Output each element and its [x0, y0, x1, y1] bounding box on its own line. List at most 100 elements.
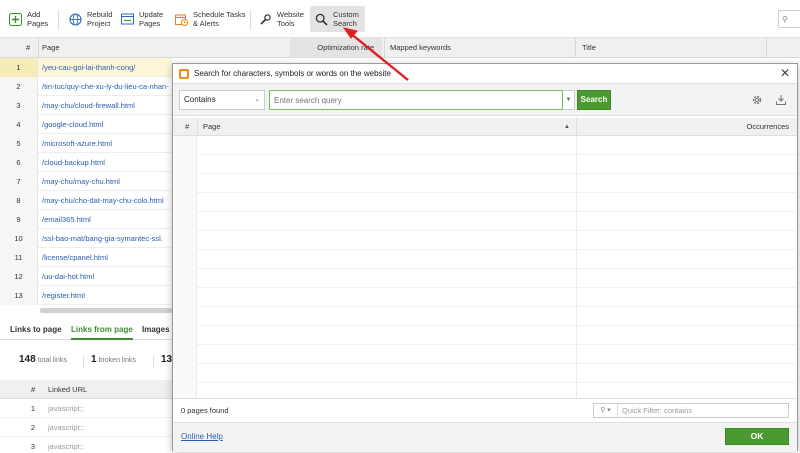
table-row[interactable]: 11 /license/cpanel.html — [0, 248, 172, 267]
tab-links-to-page[interactable]: Links to page — [10, 320, 62, 340]
table-row[interactable]: 12 /uu-dai-hot.html — [0, 267, 172, 286]
online-help-link[interactable]: Online Help — [181, 432, 223, 441]
table-row[interactable]: 9 /email365.html — [0, 210, 172, 229]
col-title[interactable]: Title — [582, 38, 596, 58]
page-url[interactable]: /yeu-cau-goi-lai-thanh-cong/ — [42, 58, 172, 77]
dialog-button-bar: Online Help OK — [173, 422, 797, 452]
update-pages-button[interactable]: Update Pages — [120, 6, 163, 32]
chevron-down-icon: ⌄ — [254, 96, 260, 103]
globe-icon — [68, 12, 82, 26]
empty-row — [173, 136, 797, 155]
linked-url[interactable]: javascript:; — [48, 418, 84, 437]
col-optimization-rate[interactable]: Optimization rate — [290, 38, 382, 58]
table-row[interactable]: 6 /cloud-backup.html — [0, 153, 172, 172]
page-url[interactable]: /register.html — [42, 286, 172, 305]
ok-button[interactable]: OK — [725, 428, 789, 445]
dialog-title: Search for characters, symbols or words … — [194, 69, 391, 78]
row-number: 4 — [0, 115, 38, 134]
col-divider — [576, 118, 577, 136]
custom-search-button[interactable]: Custom Search — [310, 6, 365, 32]
empty-row — [173, 231, 797, 250]
table-row[interactable]: 2 /tin-tuc/quy-che-xu-ly-du-lieu-ca-nhan… — [0, 77, 172, 96]
table-row[interactable]: 3 javascript:; — [0, 437, 172, 453]
schedule-tasks-button[interactable]: Schedule Tasks & Alerts — [174, 6, 245, 32]
page-url[interactable]: /microsoft-azure.html — [42, 134, 172, 153]
add-pages-button[interactable]: Add Pages — [8, 6, 48, 32]
page-url[interactable]: /may-chu/cloud-firewall.html — [42, 96, 172, 115]
row-number: 6 — [0, 153, 38, 172]
custom-search-dialog: Search for characters, symbols or words … — [172, 63, 798, 452]
search-query-input[interactable] — [269, 90, 563, 110]
stat-broken-links: 1 broken links — [91, 354, 136, 365]
table-row[interactable]: 13 /register.html — [0, 286, 172, 305]
empty-row — [173, 269, 797, 288]
col-number[interactable]: # — [26, 38, 30, 58]
page-url[interactable]: /uu-dai-hot.html — [42, 267, 172, 286]
search-bar: Contains ⌄ ▼ Search — [173, 84, 797, 116]
toolbar-search-box[interactable]: ⚲ — [778, 10, 800, 28]
table-row[interactable]: 4 /google-cloud.html — [0, 115, 172, 134]
col-linked-url[interactable]: Linked URL — [48, 380, 87, 399]
schedule-tasks-label: Schedule Tasks & Alerts — [193, 10, 246, 28]
col-number[interactable]: # — [185, 118, 189, 136]
custom-search-label: Custom Search — [333, 10, 359, 28]
results-grid — [173, 136, 797, 398]
col-page[interactable]: Page — [42, 38, 60, 58]
page-url[interactable]: /cloud-backup.html — [42, 153, 172, 172]
col-divider — [38, 38, 39, 58]
toolbar-divider — [250, 10, 251, 30]
page-url[interactable]: /tin-tuc/quy-che-xu-ly-du-lieu-ca-nhan- — [42, 77, 172, 96]
stat-other: 13 — [161, 354, 173, 365]
table-row[interactable]: 10 /ssl-bao-mat/bang-gia-symantec-ssl. — [0, 229, 172, 248]
page-url[interactable]: /may-chu/cho-dat-may-chu-colo.html — [42, 191, 172, 210]
page-url[interactable]: /email365.html — [42, 210, 172, 229]
linked-url[interactable]: javascript:; — [48, 437, 84, 453]
table-row[interactable]: 7 /may-chu/may-chu.html — [0, 172, 172, 191]
row-number: 8 — [0, 191, 38, 210]
pages-grid-header: # Page Optimization rate Mapped keywords… — [0, 38, 800, 58]
calendar-icon — [174, 12, 188, 26]
dialog-titlebar[interactable]: Search for characters, symbols or words … — [173, 64, 797, 84]
table-row[interactable]: 8 /may-chu/cho-dat-may-chu-colo.html — [0, 191, 172, 210]
page-url[interactable]: /ssl-bao-mat/bang-gia-symantec-ssl. — [42, 229, 172, 248]
search-icon — [314, 12, 328, 26]
export-icon[interactable] — [775, 94, 787, 106]
linked-url[interactable]: javascript:; — [48, 399, 84, 418]
search-button[interactable]: Search — [577, 90, 611, 110]
rebuild-project-button[interactable]: Rebuild Project — [68, 6, 112, 32]
empty-row — [173, 250, 797, 269]
tab-images[interactable]: Images — [142, 320, 170, 340]
update-pages-label: Update Pages — [139, 10, 164, 28]
col-number[interactable]: # — [31, 380, 35, 399]
close-icon[interactable]: ✕ — [779, 67, 791, 79]
page-url[interactable]: /license/cpanel.html — [42, 248, 172, 267]
search-mode-select[interactable]: Contains ⌄ — [179, 90, 265, 110]
table-row[interactable]: 1 javascript:; — [0, 399, 172, 418]
gear-icon[interactable] — [751, 94, 763, 106]
col-page[interactable]: Page — [203, 118, 221, 136]
query-history-dropdown[interactable]: ▼ — [563, 90, 575, 110]
col-occurrences[interactable]: Occurrences — [746, 118, 789, 136]
tab-links-from-page[interactable]: Links from page — [71, 320, 133, 340]
table-row[interactable]: 5 /microsoft-azure.html — [0, 134, 172, 153]
row-number: 2 — [0, 77, 38, 96]
table-row[interactable]: 3 /may-chu/cloud-firewall.html — [0, 96, 172, 115]
bottom-tabs: Links to page Links from page Images — [0, 320, 172, 340]
table-row[interactable]: 1 /yeu-cau-goi-lai-thanh-cong/ — [0, 58, 172, 77]
quick-filter[interactable]: ⚲ ▾ Quick Filter: contains — [593, 403, 789, 418]
page-url[interactable]: /google-cloud.html — [42, 115, 172, 134]
empty-row — [173, 307, 797, 326]
horizontal-scrollbar[interactable] — [40, 308, 172, 313]
table-row[interactable]: 2 javascript:; — [0, 418, 172, 437]
row-number: 5 — [0, 134, 38, 153]
wrench-icon — [258, 12, 272, 26]
sort-ascending-icon[interactable]: ▲ — [564, 118, 570, 136]
website-tools-button[interactable]: Website Tools — [258, 6, 304, 32]
links-grid-header: # Linked URL — [0, 380, 172, 399]
col-mapped-keywords[interactable]: Mapped keywords — [390, 38, 451, 58]
search-icon: ⚲ — [782, 14, 788, 24]
stat-total-links: 148 total links — [19, 354, 67, 365]
search-mode-value: Contains — [184, 95, 216, 104]
page-url[interactable]: /may-chu/may-chu.html — [42, 172, 172, 191]
filter-search-icon[interactable]: ⚲ ▾ — [594, 404, 618, 417]
